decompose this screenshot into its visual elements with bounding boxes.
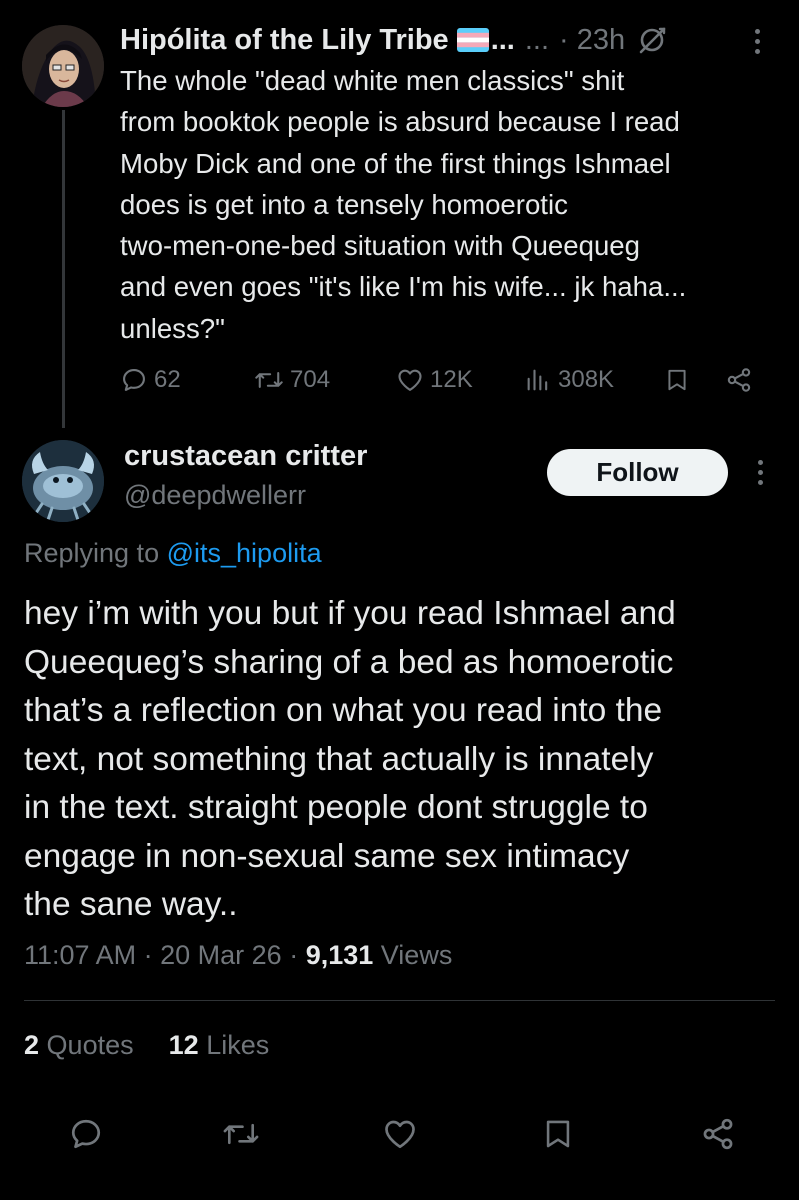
reply-views-label: Views <box>380 940 453 970</box>
parent-text-line: The whole "dead white men classics" shit <box>120 65 625 96</box>
quotes-count: 2 <box>24 1030 40 1060</box>
bookmark-icon <box>664 366 690 394</box>
repost-icon <box>254 366 284 394</box>
grok-icon[interactable] <box>637 25 667 55</box>
parent-text-line: and even goes "it's like I'm his wife...… <box>120 271 687 303</box>
parent-views-count: 308K <box>558 366 615 393</box>
dot <box>757 479 763 485</box>
likes-count: 12 <box>168 1030 199 1060</box>
share-icon <box>724 366 754 394</box>
likes-link[interactable]: 12 Likes <box>169 1030 270 1060</box>
trans-flag-icon <box>456 28 489 52</box>
parent-like-button[interactable]: 12K <box>396 358 473 402</box>
parent-name-ellipsis: ... <box>490 23 515 56</box>
dot <box>754 38 760 44</box>
parent-more-icon[interactable] <box>742 24 772 58</box>
reply-icon <box>68 1116 104 1152</box>
engagement-stats: 2 Quotes 12 Likes <box>24 1030 269 1061</box>
reply-tweet-text: hey i’m with you but if you read Ishmael… <box>24 590 784 930</box>
reply-text-line: hey i’m with you but if you read Ishmael… <box>24 595 676 632</box>
parent-text-line: unless?" <box>120 312 225 344</box>
reply-avatar[interactable] <box>22 440 104 522</box>
replying-to-mention[interactable]: @its_hipolita <box>167 538 322 568</box>
quotes-link[interactable]: 2 Quotes <box>24 1030 134 1060</box>
bookmark-icon <box>541 1116 575 1152</box>
reply-views-count: 9,131 <box>305 940 374 970</box>
reply-icon <box>120 366 148 394</box>
share-button[interactable] <box>692 1108 744 1160</box>
follow-button[interactable]: Follow <box>547 449 728 496</box>
parent-repost-button[interactable]: 704 <box>254 358 330 402</box>
parent-text-line: from booktok people is absurd because I … <box>120 106 680 138</box>
divider <box>24 1000 775 1001</box>
parent-like-count: 12K <box>430 366 473 393</box>
parent-share-button[interactable] <box>724 358 754 402</box>
reply-date[interactable]: 20 Mar 26 <box>160 940 282 970</box>
parent-handle: ... <box>524 23 550 56</box>
views-icon <box>524 366 552 394</box>
dot <box>757 469 763 475</box>
reply-text-line: in the text. straight people dont strugg… <box>24 789 648 826</box>
reply-button[interactable] <box>60 1108 112 1160</box>
reply-text-line: Queequeg’s sharing of a bed as homoeroti… <box>24 643 674 681</box>
like-button[interactable] <box>374 1108 426 1160</box>
parent-display-name[interactable]: Hipólita of the Lily Tribe <box>120 24 449 57</box>
likes-label: Likes <box>206 1030 270 1060</box>
parent-reply-count: 62 <box>154 366 181 393</box>
reply-action-bar <box>0 1108 799 1160</box>
dot <box>757 459 763 465</box>
parent-reply-button[interactable]: 62 <box>120 358 181 402</box>
parent-views-button[interactable]: 308K <box>524 358 614 402</box>
parent-header: Hipólita of the Lily Tribe ... ... · 23h <box>120 20 667 60</box>
parent-text-line: does is get into a tensely homoerotic <box>120 188 568 220</box>
share-icon <box>699 1116 737 1152</box>
parent-text-line: Moby Dick and one of the first things Is… <box>120 147 671 179</box>
heart-icon <box>382 1116 418 1152</box>
bookmark-button[interactable] <box>532 1108 584 1160</box>
thread-line <box>62 110 65 428</box>
reply-text-line: the sane way.. <box>24 886 238 923</box>
parent-repost-count: 704 <box>290 366 331 393</box>
parent-text-line: two-men-one-bed situation with Queequeg <box>120 230 640 262</box>
reply-text-line: that’s a reflection on what you read int… <box>24 692 663 729</box>
repost-button[interactable] <box>215 1108 267 1160</box>
quotes-label: Quotes <box>46 1030 134 1060</box>
parent-action-bar: 62 704 12K 308K <box>120 358 770 402</box>
replying-to-prefix: Replying to <box>24 538 160 568</box>
reply-handle[interactable]: @deepdwellerr <box>124 480 306 511</box>
parent-tweet-text: The whole "dead white men classics" shit… <box>120 60 785 349</box>
dot <box>754 48 760 54</box>
replying-to: Replying to @its_hipolita <box>24 538 322 569</box>
parent-bookmark-button[interactable] <box>664 358 690 402</box>
reply-text-line: text, not something that actually is inn… <box>24 740 654 778</box>
reply-more-icon[interactable] <box>745 452 775 492</box>
parent-time[interactable]: · 23h <box>559 24 625 57</box>
dot <box>754 28 760 34</box>
repost-icon <box>222 1116 260 1152</box>
heart-icon <box>396 366 424 394</box>
separator: · <box>289 940 306 970</box>
reply-text-line: engage in non-sexual same sex intimacy <box>24 837 630 875</box>
reply-time[interactable]: 11:07 AM <box>24 940 136 970</box>
reply-meta: 11:07 AM · 20 Mar 26 · 9,131 Views <box>24 940 452 971</box>
parent-avatar[interactable] <box>22 25 104 107</box>
reply-display-name[interactable]: crustacean critter <box>124 440 367 473</box>
separator: · <box>143 940 161 970</box>
